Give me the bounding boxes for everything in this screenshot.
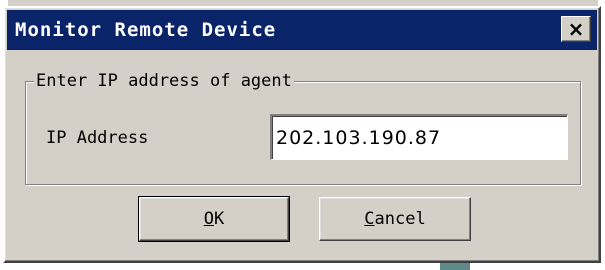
close-icon: × (567, 17, 585, 41)
ok-button[interactable]: OK (138, 196, 290, 242)
ip-address-label: IP Address (46, 128, 149, 148)
cancel-button[interactable]: Cancel (319, 197, 471, 241)
dialog-titlebar[interactable]: Monitor Remote Device × (7, 10, 597, 50)
agent-address-group: Enter IP address of agent IP Address (25, 70, 581, 185)
ip-address-input[interactable] (270, 114, 568, 160)
close-button[interactable]: × (561, 16, 591, 42)
ok-mnemonic: O (203, 209, 214, 229)
monitor-remote-device-dialog: Monitor Remote Device × Enter IP address… (3, 6, 601, 263)
dialog-title: Monitor Remote Device (15, 19, 277, 41)
cancel-label-rest: ancel (374, 209, 426, 229)
ok-label-rest: K (214, 209, 225, 229)
background-window-edge-bottom (440, 262, 470, 270)
cancel-mnemonic: C (364, 209, 375, 229)
group-legend: Enter IP address of agent (34, 70, 294, 92)
